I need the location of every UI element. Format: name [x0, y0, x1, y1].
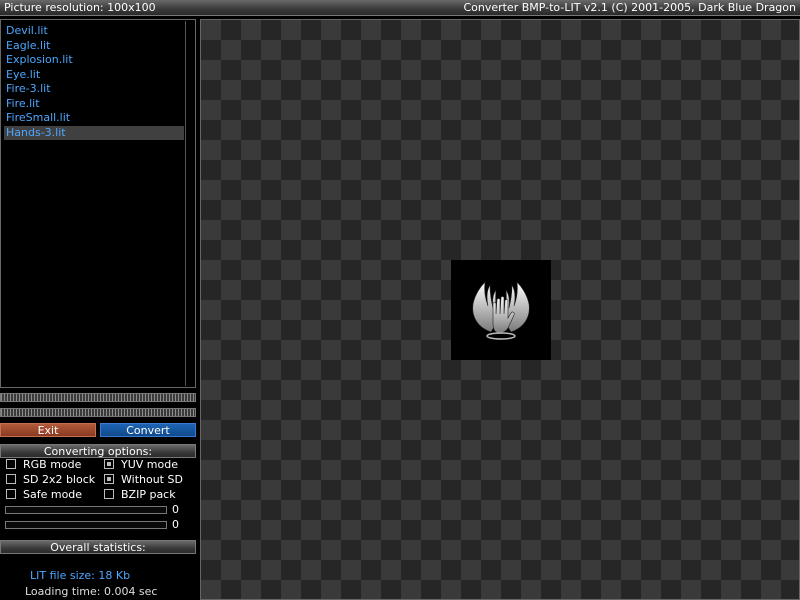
exit-button[interactable]: Exit [0, 423, 96, 437]
lit-file-size: LIT file size: 18 Kb [30, 569, 131, 582]
option-slider-1[interactable] [5, 506, 167, 514]
yuv-mode-option[interactable]: YUV mode [104, 458, 178, 471]
rgb-mode-checkbox[interactable] [6, 459, 16, 469]
winged-hand-icon [472, 281, 530, 340]
bzip-pack-label: BZIP pack [121, 488, 176, 501]
file-item[interactable]: Eye.lit [4, 68, 184, 83]
bzip-pack-checkbox[interactable] [104, 489, 114, 499]
overall-statistics-header: Overall statistics: [0, 540, 196, 554]
sd-block-label: SD 2x2 block [23, 473, 96, 486]
title-bar: Picture resolution: 100x100 Converter BM… [0, 0, 800, 16]
file-item[interactable]: FireSmall.lit [4, 111, 184, 126]
file-list-scrollbar[interactable] [185, 21, 194, 386]
slider-2-value: 0 [172, 518, 179, 531]
progress-bar-1 [0, 393, 196, 402]
app-title: Converter BMP-to-LIT v2.1 (C) 2001-2005,… [463, 1, 796, 14]
convert-button[interactable]: Convert [100, 423, 196, 437]
file-item[interactable]: Eagle.lit [4, 39, 184, 54]
preview-canvas [200, 19, 800, 600]
sd-block-option[interactable]: SD 2x2 block [6, 473, 95, 486]
file-item-selected[interactable]: Hands-3.lit [4, 125, 184, 140]
file-item[interactable]: Devil.lit [4, 24, 184, 39]
bzip-pack-option[interactable]: BZIP pack [104, 488, 176, 501]
safe-mode-checkbox[interactable] [6, 489, 16, 499]
rgb-mode-label: RGB mode [23, 458, 82, 471]
file-item[interactable]: Fire.lit [4, 97, 184, 112]
sd-block-checkbox[interactable] [6, 474, 16, 484]
file-item[interactable]: Explosion.lit [4, 53, 184, 68]
picture-resolution-label: Picture resolution: 100x100 [4, 1, 156, 14]
slider-1-value: 0 [172, 503, 179, 516]
file-list[interactable]: Devil.lit Eagle.lit Explosion.lit Eye.li… [0, 19, 196, 388]
yuv-mode-checkbox[interactable] [104, 459, 114, 469]
loading-time: Loading time: 0.004 sec [25, 585, 158, 598]
safe-mode-option[interactable]: Safe mode [6, 488, 82, 501]
yuv-mode-label: YUV mode [121, 458, 178, 471]
converting-options-header: Converting options: [0, 444, 196, 458]
without-sd-checkbox[interactable] [104, 474, 114, 484]
statistics-panel: LIT file size: 18 Kb Loading time: 0.004… [0, 553, 196, 600]
without-sd-option[interactable]: Without SD [104, 473, 183, 486]
safe-mode-label: Safe mode [23, 488, 83, 501]
without-sd-label: Without SD [121, 473, 183, 486]
progress-bar-2 [0, 408, 196, 417]
file-item[interactable]: Fire-3.lit [4, 82, 184, 97]
rgb-mode-option[interactable]: RGB mode [6, 458, 81, 471]
preview-picture [451, 260, 551, 360]
option-slider-2[interactable] [5, 521, 167, 529]
